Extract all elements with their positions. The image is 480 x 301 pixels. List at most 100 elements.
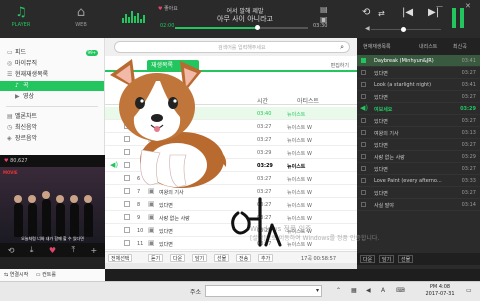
repeat-icon[interactable]: ⟲ — [362, 7, 370, 18]
search-icon[interactable]: ⌕ — [340, 43, 344, 52]
prev-icon[interactable]: |◀ — [402, 7, 413, 18]
row-checkbox[interactable] — [124, 240, 130, 246]
tab-recent[interactable]: 최신곡 — [453, 43, 467, 50]
sidebar-item-genre[interactable]: ◈ 장르음악 — [0, 134, 104, 144]
playlist-checkbox[interactable] — [361, 82, 366, 87]
playlist-checkbox[interactable] — [361, 166, 366, 171]
mv-panel: ♥ 80,627 MOVIE 오늘처럼 너와 내가 함께 할 수 있다면 ⟲ ⤓… — [0, 155, 105, 269]
playlist-title: 있다면 — [374, 167, 388, 173]
mv-icon[interactable]: ▣ — [148, 200, 155, 208]
row-artist: 뉴이스트 W — [287, 216, 312, 222]
pl-add-button[interactable]: 담기 — [379, 255, 395, 263]
sidebar-item-videos[interactable]: ▶ 영상 — [0, 92, 104, 102]
mv-icon[interactable]: ▣ — [148, 239, 155, 247]
clock[interactable]: PM 4:08 2017-07-31 — [418, 284, 462, 298]
nav-web[interactable]: ⌂ WEB — [66, 4, 96, 34]
new-icon: ◷ — [7, 124, 13, 131]
playlist-row[interactable]: 있다면 03:27 — [357, 91, 480, 103]
heart-icon[interactable]: ♥ — [49, 246, 56, 255]
playlist-checkbox[interactable] — [361, 154, 366, 159]
playlist-checkbox[interactable] — [361, 178, 366, 183]
ime-icon[interactable]: A — [381, 287, 385, 294]
sidebar-item-new[interactable]: ◷ 최신음악 — [0, 123, 104, 133]
tray-chevron-icon[interactable]: ⌃ — [336, 287, 341, 294]
row-checkbox[interactable] — [124, 227, 130, 233]
like-button[interactable]: ♥ 좋아요 — [158, 5, 178, 12]
connect-label[interactable]: 연결시작 — [10, 272, 28, 278]
keyboard-icon[interactable]: ⌨ — [396, 287, 405, 294]
connect-icon[interactable]: ⇆ — [4, 272, 8, 278]
address-bar[interactable]: ▾ — [205, 285, 322, 297]
row-checkbox[interactable] — [124, 201, 130, 207]
playlist-row[interactable]: 여왕의 기사 03:13 — [357, 127, 480, 139]
pl-gift-button[interactable]: 선물 — [398, 255, 414, 263]
playlist-checkbox[interactable] — [361, 94, 366, 99]
listen-button[interactable]: 듣기 — [148, 254, 164, 262]
col-time: 시간 — [257, 98, 269, 105]
sidebar-item-nowplaying[interactable]: ☰ 현재재생목록 — [0, 70, 104, 80]
select-all-button[interactable]: 전체선택 — [108, 254, 133, 262]
volume-tray-icon[interactable]: ◀ — [366, 287, 371, 294]
sidebar-item-songs[interactable]: ♪ 곡 — [0, 81, 104, 91]
add-icon[interactable]: + — [91, 246, 98, 255]
mv-thumbnail[interactable]: MOVIE 오늘처럼 너와 내가 함께 할 수 있다면 — [0, 167, 105, 243]
playlist-row[interactable]: Look (a starlight night) 03:41 — [357, 79, 480, 91]
progress-knob[interactable] — [255, 25, 261, 30]
add-to-button[interactable]: 담기 — [192, 254, 208, 262]
network-icon[interactable]: ▦ — [351, 287, 357, 294]
volume-slider[interactable]: ◀ — [365, 25, 445, 33]
gift-button[interactable]: 선물 — [214, 254, 230, 262]
playlist-checkbox[interactable] — [361, 118, 366, 123]
playlist-checkbox[interactable] — [361, 130, 366, 135]
playlist-row[interactable]: 있다면 03:27 — [357, 115, 480, 127]
playlist-row[interactable]: 있다면 03:27 — [357, 187, 480, 199]
address-label: 주소 — [190, 289, 202, 296]
playlist-checkbox[interactable] — [361, 142, 366, 147]
nav-player[interactable]: ♫ PLAYER — [6, 4, 36, 34]
search-input[interactable]: 검색어를 입력해주세요 ⌕ — [114, 41, 350, 53]
sidebar-item-chart[interactable]: ▤ 멜론차트 — [0, 112, 104, 122]
playlist-row[interactable]: 사랑 없는 사랑 03:29 — [357, 151, 480, 163]
send-button[interactable]: 전송 — [236, 254, 252, 262]
sidebar-item-label: 현재재생목록 — [15, 71, 49, 78]
next-icon[interactable]: ▶| — [428, 7, 439, 18]
playlist-row[interactable]: 사실 말야 03:14 — [357, 199, 480, 211]
share-icon[interactable]: ⤒ — [72, 245, 76, 255]
playlist-checkbox[interactable] — [361, 70, 366, 75]
mv-icon[interactable]: ▣ — [148, 213, 155, 221]
repeat-icon[interactable]: ⟲ — [8, 246, 15, 255]
tab-my-list[interactable]: 내리스트 — [419, 43, 437, 50]
row-checkbox[interactable] — [124, 214, 130, 220]
add-button[interactable]: 추가 — [258, 254, 274, 262]
shuffle-icon[interactable]: ⇄ — [378, 9, 385, 18]
heart-icon: ♥ — [4, 158, 9, 164]
chevron-down-icon[interactable]: ▾ — [316, 287, 319, 294]
playlist-row[interactable]: 있다면 03:27 — [357, 163, 480, 175]
download-icon[interactable]: ⤓ — [30, 245, 34, 255]
sidebar-item-feed[interactable]: ▭ 피드 99+ — [0, 48, 104, 58]
playlist-row[interactable]: 있다면 03:27 — [357, 67, 480, 79]
playlist-checkbox[interactable] — [361, 202, 366, 207]
control-label[interactable]: 컨트롤 — [42, 272, 56, 278]
lyrics-icon[interactable]: ▤ — [320, 5, 328, 14]
pl-download-button[interactable]: 다운 — [360, 255, 376, 263]
mv-icon[interactable]: ▣ — [148, 226, 155, 234]
control-icon[interactable]: ▭ — [36, 272, 41, 278]
notification-icon[interactable]: ▭ — [466, 287, 472, 294]
playlist-row[interactable]: Daybreak (Minhyun&JR) 03:41 — [357, 55, 480, 67]
edit-link[interactable]: 편집하기 — [331, 62, 349, 69]
playlist-row[interactable]: 있다면 03:27 — [357, 139, 480, 151]
volume-knob[interactable] — [400, 27, 406, 32]
total-time: 03:30 — [313, 23, 328, 29]
playlist-tabs: 현재재생목록 내리스트 최신곡 — [357, 38, 480, 55]
playlist-checkbox[interactable] — [361, 190, 366, 195]
progress-bar[interactable] — [175, 25, 308, 30]
playlist-row[interactable]: ◀) 여보세요 03:29 — [357, 103, 480, 115]
sidebar-item-mymusic[interactable]: ◎ 마이뮤직 — [0, 59, 104, 69]
playlist-title: 있다면 — [374, 119, 388, 125]
pause-button[interactable] — [452, 8, 466, 28]
playlist-row[interactable]: Love Paint (every afterno... 03:33 — [357, 175, 480, 187]
playlist-checkbox[interactable] — [361, 58, 366, 63]
tab-now-playing[interactable]: 현재재생목록 — [363, 43, 391, 50]
download-button[interactable]: 다운 — [170, 254, 186, 262]
